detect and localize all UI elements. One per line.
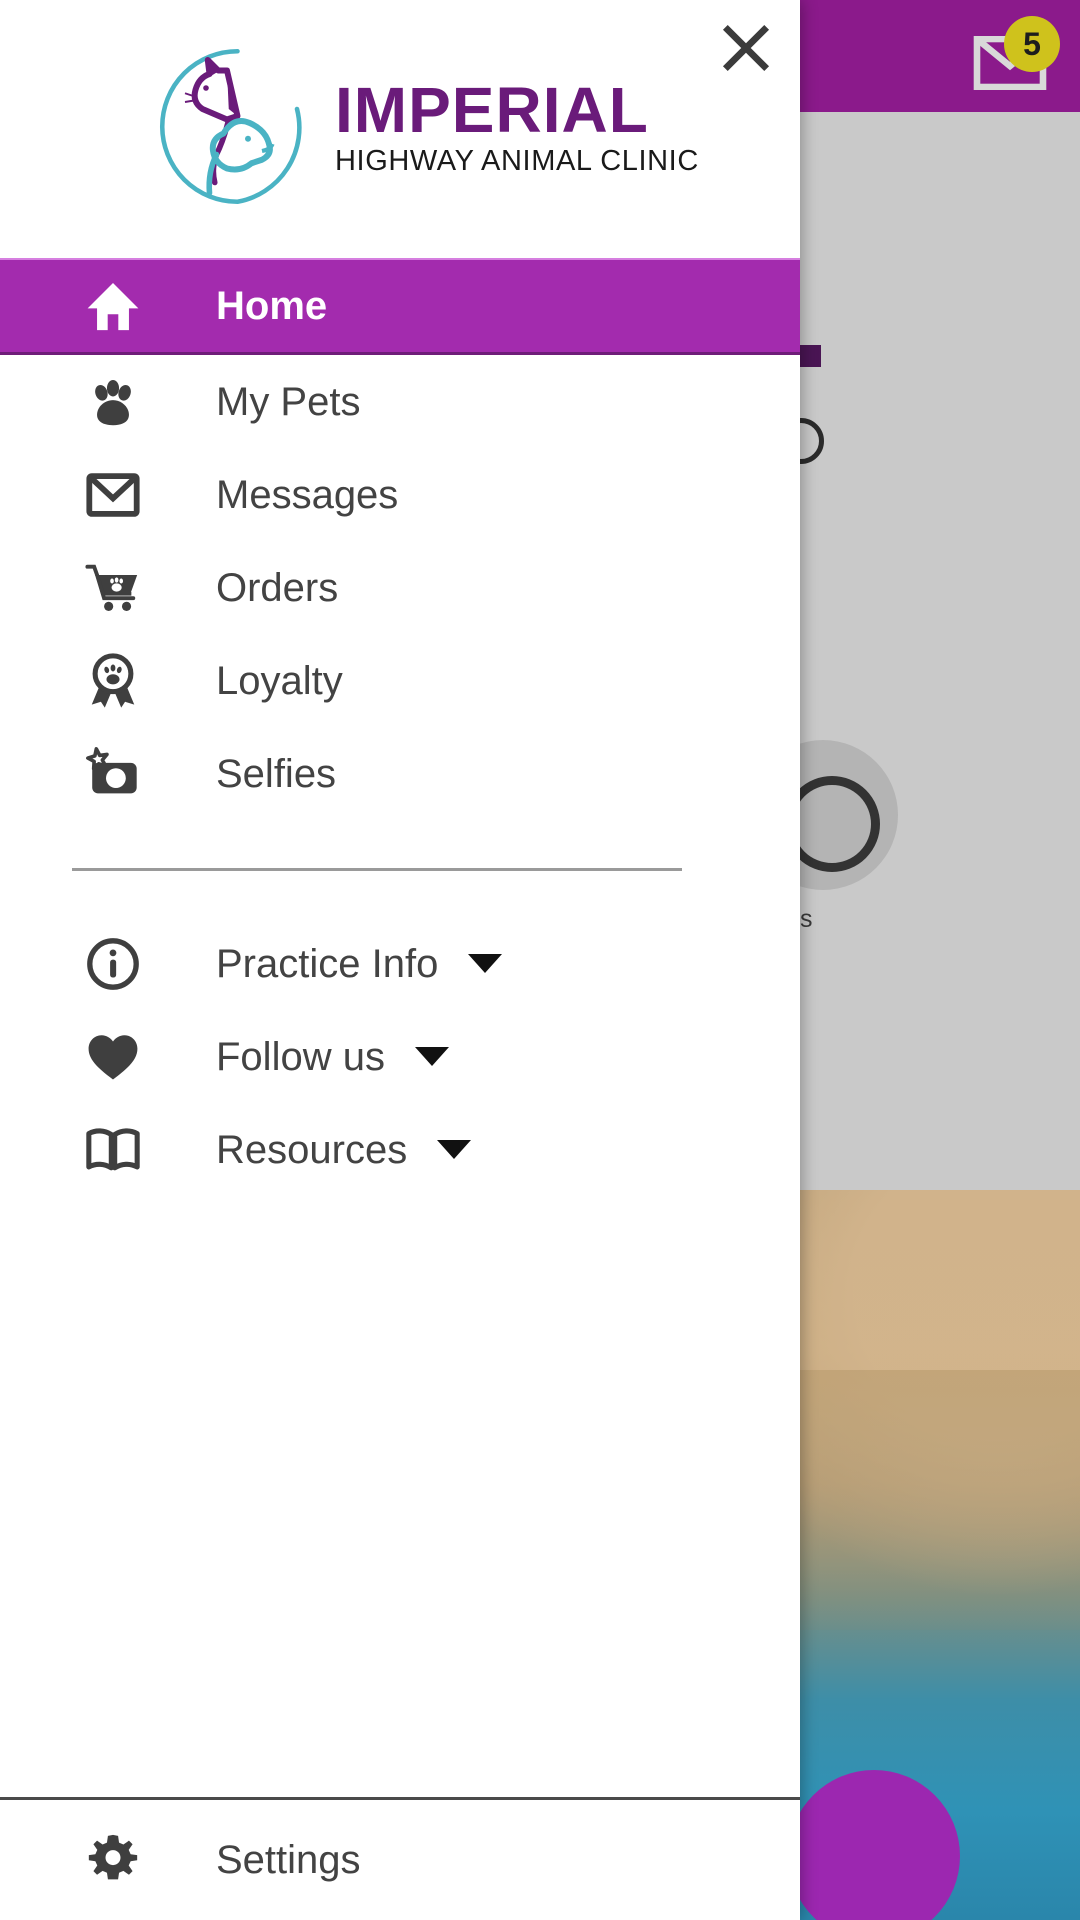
sidebar-item-follow-us[interactable]: Follow us — [0, 1010, 800, 1103]
sidebar-item-selfies[interactable]: Selfies — [0, 727, 800, 820]
footer-navigation-list: Settings — [0, 1800, 800, 1920]
sidebar-item-label: Home — [216, 284, 328, 328]
close-drawer-button[interactable] — [710, 12, 782, 84]
sidebar-item-label: Selfies — [216, 751, 337, 796]
chevron-down-icon[interactable] — [468, 954, 503, 973]
sidebar-item-label: Settings — [216, 1838, 361, 1882]
sidebar-item-label: Practice Info — [216, 941, 439, 986]
app-screen: 5 Us — [0, 0, 1080, 1920]
sidebar-item-label: Loyalty — [216, 658, 343, 703]
cat-dog-circle-logo-icon — [160, 48, 302, 205]
secondary-navigation-list: Practice Info Follow us Resources — [0, 917, 800, 1196]
chevron-down-icon[interactable] — [437, 1140, 472, 1159]
gear-icon — [82, 1829, 144, 1891]
drawer-divider — [72, 868, 682, 871]
sidebar-item-resources[interactable]: Resources — [0, 1103, 800, 1196]
chevron-down-icon[interactable] — [414, 1047, 449, 1066]
sidebar-item-label: My Pets — [216, 379, 361, 424]
camera-star-icon — [82, 743, 144, 805]
drawer-spacer — [0, 1196, 800, 1797]
navigation-drawer: IMPERIAL HIGHWAY ANIMAL CLINIC Home My P… — [0, 0, 800, 1920]
sidebar-item-home[interactable]: Home — [0, 258, 800, 355]
book-icon — [82, 1119, 144, 1181]
background-messages-button[interactable]: 5 — [972, 16, 1060, 94]
unread-count-badge: 5 — [1004, 16, 1060, 72]
sidebar-item-settings[interactable]: Settings — [0, 1800, 800, 1920]
paw-icon — [82, 371, 144, 433]
sidebar-item-orders[interactable]: Orders — [0, 541, 800, 634]
sidebar-item-my-pets[interactable]: My Pets — [0, 355, 800, 448]
sidebar-item-label: Messages — [216, 472, 399, 517]
award-paw-icon — [82, 650, 144, 712]
sidebar-item-label: Orders — [216, 565, 339, 610]
brand-title: IMPERIAL — [335, 73, 649, 146]
brand-text: IMPERIAL HIGHWAY ANIMAL CLINIC — [335, 78, 699, 176]
brand-logo: IMPERIAL HIGHWAY ANIMAL CLINIC — [0, 39, 699, 214]
home-icon — [82, 275, 144, 337]
cart-paw-icon — [82, 557, 144, 619]
sidebar-item-practice-info[interactable]: Practice Info — [0, 917, 800, 1010]
close-icon — [722, 24, 770, 72]
sidebar-item-label: Follow us — [216, 1034, 385, 1079]
envelope-icon — [82, 464, 144, 526]
brand-subtitle: HIGHWAY ANIMAL CLINIC — [335, 144, 699, 177]
sidebar-item-label: Resources — [216, 1127, 408, 1172]
primary-navigation-list: Home My Pets Messages Orders Loyalty Sel… — [0, 253, 800, 820]
heart-icon — [82, 1026, 144, 1088]
sidebar-item-messages[interactable]: Messages — [0, 448, 800, 541]
drawer-header: IMPERIAL HIGHWAY ANIMAL CLINIC — [0, 0, 800, 253]
sidebar-item-loyalty[interactable]: Loyalty — [0, 634, 800, 727]
info-circle-icon — [82, 933, 144, 995]
